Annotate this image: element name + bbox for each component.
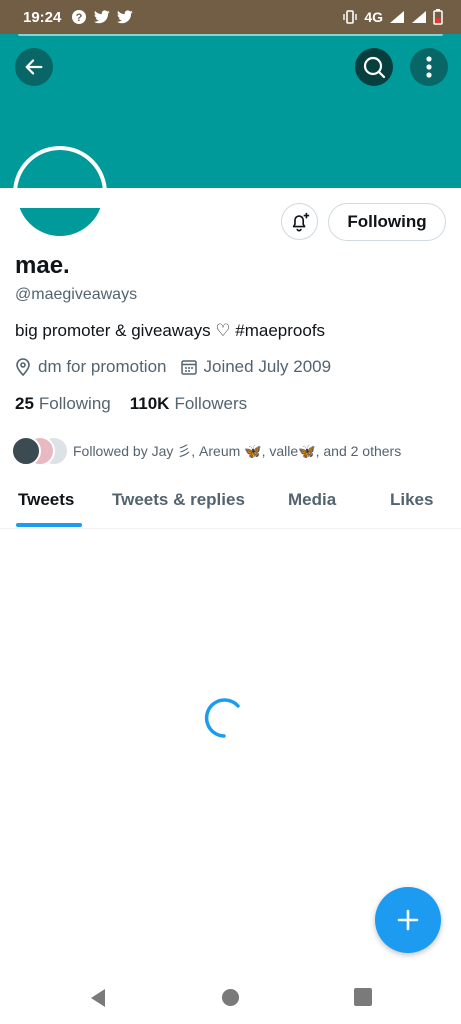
follow-stats: 25 Following 110K Followers bbox=[15, 394, 266, 414]
banner-divider bbox=[18, 34, 443, 36]
battery-icon bbox=[433, 9, 443, 25]
profile-tabs: Tweets Tweets & replies Media Likes bbox=[0, 478, 461, 529]
following-count: 25 bbox=[15, 394, 34, 413]
profile-meta: dm for promotion Joined July 2009 bbox=[15, 357, 345, 377]
plus-icon bbox=[397, 909, 419, 931]
tab-likes[interactable]: Likes bbox=[390, 490, 433, 510]
status-time: 19:24 bbox=[23, 8, 62, 26]
status-bar: 19:24 ? 4G bbox=[0, 0, 461, 34]
navigation-bar bbox=[0, 972, 461, 1024]
active-tab-indicator bbox=[16, 523, 82, 527]
tab-tweets-replies[interactable]: Tweets & replies bbox=[112, 490, 245, 510]
arrow-left-icon bbox=[25, 59, 43, 75]
followed-by[interactable]: Followed by Jay 彡, Areum 🦋, valle🦋, and … bbox=[11, 436, 401, 466]
following-label: Following bbox=[38, 394, 111, 413]
loading-spinner bbox=[204, 698, 240, 738]
location-text: dm for promotion bbox=[38, 357, 167, 376]
help-icon: ? bbox=[72, 10, 87, 24]
followers-label: Followers bbox=[174, 394, 248, 413]
avatar bbox=[11, 436, 41, 466]
search-button[interactable] bbox=[355, 48, 393, 86]
handle: @maegiveaways bbox=[15, 286, 138, 303]
back-button[interactable] bbox=[15, 48, 53, 86]
network-type: 4G bbox=[364, 9, 383, 25]
following-button[interactable]: Following bbox=[328, 203, 446, 241]
twitter-icon bbox=[94, 10, 111, 24]
home-icon[interactable] bbox=[221, 988, 240, 1007]
bio: big promoter & giveaways ♡ #maeproofs bbox=[15, 321, 326, 340]
followers-count: 110K bbox=[129, 394, 170, 413]
signal-icon bbox=[412, 11, 426, 23]
twitter-icon bbox=[117, 10, 134, 24]
tab-tweets[interactable]: Tweets bbox=[18, 490, 74, 510]
calendar-icon bbox=[180, 360, 197, 375]
tab-media[interactable]: Media bbox=[288, 490, 336, 510]
compose-tweet-button[interactable] bbox=[375, 887, 441, 953]
more-vertical-icon bbox=[426, 56, 432, 78]
more-options-button[interactable] bbox=[410, 48, 448, 86]
following-stat[interactable]: 25 Following bbox=[15, 394, 111, 414]
svg-text:?: ? bbox=[76, 12, 83, 24]
back-icon[interactable] bbox=[88, 988, 108, 1008]
display-name: mae. bbox=[15, 252, 70, 279]
notifications-button[interactable] bbox=[281, 203, 318, 240]
bell-plus-icon bbox=[292, 212, 309, 232]
signal-icon bbox=[390, 11, 404, 23]
recents-icon[interactable] bbox=[354, 988, 372, 1006]
joined-date: Joined July 2009 bbox=[203, 357, 332, 376]
search-icon bbox=[363, 56, 386, 79]
followed-by-text: Followed by Jay 彡, Areum 🦋, valle🦋, and … bbox=[73, 443, 402, 459]
location-icon bbox=[16, 358, 30, 376]
followers-stat[interactable]: 110K Followers bbox=[130, 394, 247, 414]
vibrate-icon bbox=[343, 10, 358, 24]
